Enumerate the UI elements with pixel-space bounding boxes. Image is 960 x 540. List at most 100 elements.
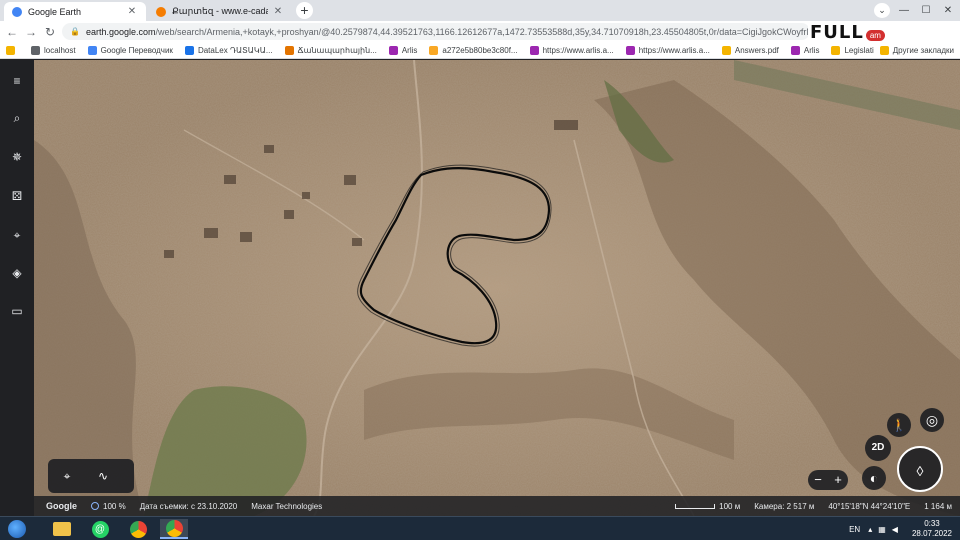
bookmark-arlis-3[interactable]: https://www.arlis.a...: [625, 45, 710, 55]
fullam-watermark-logo: FULL am: [808, 21, 960, 43]
draw-tools-panel: ⌖ ∿: [48, 459, 134, 493]
imagery-date: Дата съемки: с 23.10.2020: [139, 501, 238, 511]
google-brand: Google: [46, 501, 77, 511]
browser-tab-strip: Google Earth ✕ Քարտեզ - www.e-cadastre.a…: [0, 0, 960, 21]
tray-expand-icon[interactable]: ▴: [868, 525, 872, 534]
apps-icon: [6, 45, 15, 55]
other-bookmarks[interactable]: Другие закладки: [873, 42, 954, 58]
cadastre-favicon-icon: [156, 6, 166, 17]
speaker-icon[interactable]: ◀: [892, 525, 898, 534]
zoom-out-button[interactable]: −: [808, 470, 828, 490]
folder-icon: [879, 46, 889, 55]
zoom-in-button[interactable]: +: [828, 470, 848, 490]
whatsapp-icon: @: [91, 520, 109, 538]
globe-icon[interactable]: ◐: [862, 466, 886, 490]
search-icon[interactable]: ⌕: [7, 108, 27, 128]
tab-cadastre[interactable]: Քարտեզ - www.e-cadastre.am ✕: [148, 2, 292, 21]
feeling-lucky-icon[interactable]: ⚄: [7, 186, 27, 206]
forward-button[interactable]: →: [23, 24, 39, 40]
new-tab-button[interactable]: +: [296, 2, 313, 19]
bookmark-roads[interactable]: Ճանապարհային...: [284, 45, 377, 55]
taskbar-whatsapp[interactable]: @: [86, 519, 114, 539]
windows-logo-icon: [8, 520, 26, 538]
bookmark-localhost[interactable]: localhost: [31, 45, 76, 55]
projects-icon[interactable]: ⌖: [7, 225, 27, 245]
back-button[interactable]: ←: [4, 24, 20, 40]
clock-date: 28.07.2022: [911, 529, 952, 538]
start-button[interactable]: [3, 519, 31, 539]
watermark-text: FULL: [810, 21, 864, 43]
address-bar[interactable]: 🔒 earth.google.com/web/search/Armenia,+k…: [62, 23, 810, 40]
scale-bar-line: [675, 503, 716, 509]
menu-icon[interactable]: ≡: [7, 71, 27, 91]
bookmark-apps[interactable]: [6, 45, 19, 55]
close-tab-icon[interactable]: ✕: [272, 6, 284, 17]
arlis-icon: [790, 45, 800, 55]
zoom-control: − +: [808, 470, 848, 490]
earth-status-bar: Google 100 % Дата съемки: с 23.10.2020 M…: [34, 496, 960, 516]
tab-label: Քարտեզ - www.e-cadastre.am: [172, 6, 268, 16]
globe-icon: [31, 45, 40, 55]
reload-button[interactable]: ↻: [42, 24, 58, 40]
draw-path-icon[interactable]: ∿: [93, 466, 113, 486]
system-tray: EN ▴ ▦ ◀ 0:33 28.07.2022: [849, 517, 960, 540]
earth-sidebar: ≡ ⌕ ✵ ⚄ ⌖ ◈ ▭: [0, 60, 34, 516]
bookmark-hash[interactable]: a272e5b80be3c80f...: [429, 45, 518, 55]
arlis-icon: [388, 45, 398, 55]
close-window-button[interactable]: ✕: [937, 3, 959, 18]
lock-icon: 🔒: [70, 27, 80, 36]
bookmark-answers[interactable]: Answers.pdf: [721, 45, 779, 55]
coordinates: 40°15'18"N 44°24'10"E: [828, 501, 911, 511]
legislation-icon: [831, 45, 841, 55]
maximize-button[interactable]: ☐: [915, 3, 937, 18]
toggle-2d-button[interactable]: 2D: [865, 435, 891, 461]
pegman-icon[interactable]: 🚶: [887, 413, 911, 437]
windows-taskbar: @ EN ▴ ▦ ◀ 0:33 28.07.2022: [0, 516, 960, 540]
tab-label: Google Earth: [28, 6, 82, 17]
bookmark-google-translate[interactable]: Google Переводчик: [87, 45, 173, 55]
bookmark-icon: [429, 45, 439, 55]
measure-icon[interactable]: ▭: [7, 301, 27, 321]
bookmark-arlis-1[interactable]: Arlis: [388, 45, 417, 55]
url-host: earth.google.com: [85, 26, 156, 37]
taskbar-explorer[interactable]: [48, 519, 76, 539]
roads-icon: [284, 45, 294, 55]
zoom-level[interactable]: 100 %: [91, 501, 126, 511]
elevation: 1 164 м: [924, 501, 952, 511]
datalex-icon: [184, 45, 194, 55]
map-style-icon[interactable]: ◈: [7, 263, 27, 283]
language-indicator[interactable]: EN: [849, 525, 860, 534]
zoom-circle-icon: [91, 501, 99, 510]
draw-point-icon[interactable]: ⌖: [57, 466, 77, 486]
arlis-icon: [529, 45, 539, 55]
satellite-imagery: [34, 60, 960, 516]
minimize-button[interactable]: —: [893, 3, 915, 18]
camera-altitude: Камера: 2 517 м: [754, 501, 815, 511]
url-path: /web/search/Armenia,+kotayk,+proshyan/@4…: [155, 26, 810, 37]
satellite-map-view[interactable]: ⌖ ∿ 🚶 ◎ 2D − + ◐ ◊: [34, 60, 960, 516]
folder-icon: [53, 522, 71, 536]
arlis-icon: [625, 45, 635, 55]
chrome-icon: [165, 519, 183, 537]
bookmark-datalex[interactable]: DataLex ԴԱՏԱԿԱ...: [184, 45, 273, 55]
clock[interactable]: 0:33 28.07.2022: [912, 519, 952, 539]
close-tab-icon[interactable]: ✕: [126, 6, 138, 17]
google-earth-favicon-icon: [12, 6, 22, 17]
tab-google-earth[interactable]: Google Earth ✕: [4, 2, 146, 21]
scale-bar: 100 м: [675, 502, 740, 511]
clock-time: 0:33: [924, 519, 940, 528]
bookmark-arlis-4[interactable]: Arlis: [790, 45, 819, 55]
tab-search-button[interactable]: ⌄: [874, 3, 890, 18]
bookmark-arlis-2[interactable]: https://www.arlis.a...: [529, 45, 614, 55]
translate-icon: [87, 45, 97, 55]
taskbar-chrome-active[interactable]: [160, 519, 188, 539]
imagery-provider: Maxar Technologies: [251, 501, 323, 511]
bookmarks-bar: localhost Google Переводчик DataLex ԴԱՏԱ…: [0, 42, 960, 59]
taskbar-chrome[interactable]: [124, 519, 152, 539]
watermark-sub: am: [865, 29, 885, 41]
network-icon[interactable]: ▦: [878, 525, 886, 534]
my-location-icon[interactable]: ◎: [920, 408, 944, 432]
voyager-icon[interactable]: ✵: [7, 147, 27, 167]
pdf-icon: [721, 45, 731, 55]
compass-icon[interactable]: ◊: [897, 446, 943, 492]
